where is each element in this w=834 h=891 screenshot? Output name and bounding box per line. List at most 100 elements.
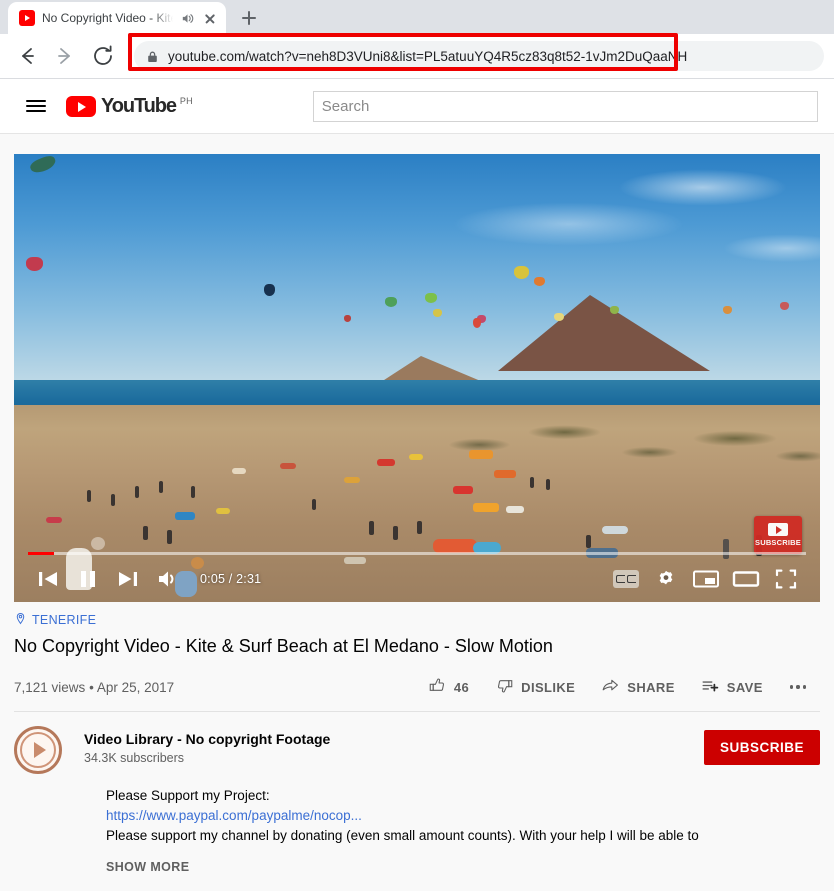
montana-roja-volcano — [497, 295, 710, 372]
description-line-2: Please support my channel by donating (e… — [106, 828, 699, 843]
show-more-button[interactable]: SHOW MORE — [106, 860, 820, 874]
fullscreen-icon[interactable] — [766, 559, 806, 599]
view-count: 7,121 views • Apr 25, 2017 — [14, 679, 175, 695]
location-pin-icon — [14, 612, 27, 628]
progress-bar[interactable] — [28, 552, 806, 555]
beachgoer — [529, 476, 534, 488]
beachgoer — [191, 485, 196, 498]
kite — [26, 257, 44, 272]
like-button[interactable]: 46 — [415, 669, 482, 705]
youtube-header: YouTube PH Search — [0, 79, 834, 133]
secondary-hill — [380, 355, 483, 382]
subscribe-button[interactable]: SUBSCRIBE — [703, 730, 820, 765]
beachgoer — [545, 478, 550, 490]
subscribe-watermark[interactable]: SUBSCRIBE — [754, 516, 802, 554]
watermark-label: SUBSCRIBE — [755, 538, 801, 547]
like-count: 46 — [453, 679, 470, 695]
beachgoer — [392, 525, 398, 540]
arrow-forward-icon[interactable] — [48, 39, 82, 73]
gear-icon[interactable] — [646, 559, 686, 599]
miniplayer-icon[interactable] — [686, 559, 726, 599]
location-tag[interactable]: TENERIFE — [14, 612, 820, 628]
kite — [779, 301, 789, 310]
beachgoer — [417, 521, 422, 535]
foreground-person-head — [90, 537, 105, 551]
avatar[interactable] — [14, 726, 62, 774]
video-meta: TENERIFE No Copyright Video - Kite & Sur… — [14, 602, 820, 712]
thumbs-down-icon — [495, 676, 514, 698]
kite-on-sand — [231, 467, 246, 474]
beachgoer — [142, 525, 148, 540]
reload-icon[interactable] — [86, 39, 120, 73]
progress-played — [28, 552, 54, 555]
kite — [554, 313, 565, 322]
youtube-logo[interactable]: YouTube PH — [66, 95, 193, 117]
kite — [433, 308, 443, 317]
more-options-icon[interactable] — [776, 685, 820, 689]
beachgoer — [159, 481, 164, 494]
video-frame — [14, 154, 820, 602]
address-bar[interactable]: youtube.com/watch?v=neh8D3VUni8&list=PL5… — [134, 41, 824, 71]
save-label: SAVE — [726, 679, 763, 695]
browser-tab[interactable]: No Copyright Video - Kite & — [8, 2, 226, 34]
page-title: No Copyright Video - Kite & Surf Beach a… — [14, 636, 553, 656]
new-tab-button[interactable] — [235, 4, 263, 32]
search-input[interactable]: Search — [312, 90, 818, 122]
next-track-icon[interactable] — [108, 559, 148, 599]
channel-row: Video Library - No copyright Footage 34.… — [14, 712, 820, 774]
subscriber-count: 34.3K subscribers — [84, 751, 185, 765]
url-text: youtube.com/watch?v=neh8D3VUni8&list=PL5… — [168, 48, 688, 64]
youtube-favicon — [19, 10, 35, 26]
save-button[interactable]: SAVE — [688, 669, 776, 705]
kite-on-sand — [493, 469, 516, 478]
dislike-button[interactable]: DISLIKE — [482, 669, 588, 705]
description-link[interactable]: https://www.paypal.com/paypalme/nocop... — [106, 806, 820, 826]
location-label: TENERIFE — [32, 613, 97, 627]
beachgoer — [312, 498, 317, 510]
browser-window: No Copyright Video - Kite & — [0, 0, 834, 891]
theater-mode-icon[interactable] — [726, 559, 766, 599]
time-display: 0:05 / 2:31 — [200, 572, 262, 586]
kite — [513, 266, 529, 279]
kite-on-sand — [215, 507, 230, 514]
cc-box — [613, 570, 639, 588]
closed-captions-icon[interactable] — [606, 559, 646, 599]
kite-on-sand — [408, 454, 423, 461]
channel-info: Video Library - No copyright Footage 34.… — [84, 726, 330, 765]
hamburger-menu-icon[interactable] — [24, 94, 48, 118]
close-icon[interactable] — [202, 10, 218, 26]
video-player[interactable]: SUBSCRIBE 0:05 / 2:31 — [14, 154, 820, 602]
country-code-label: PH — [179, 96, 193, 106]
youtube-wordmark: YouTube — [101, 95, 177, 117]
dune-vegetation — [433, 407, 820, 470]
action-buttons: 46 DISLIKE SHARE SAVE — [415, 669, 820, 705]
tab-strip: No Copyright Video - Kite & — [0, 0, 834, 34]
arrow-back-icon[interactable] — [10, 39, 44, 73]
clouds — [400, 154, 820, 307]
kite-on-sand — [453, 485, 474, 494]
kite-on-sand — [46, 516, 63, 523]
share-label: SHARE — [627, 679, 675, 695]
beachgoer — [368, 521, 374, 536]
volume-icon[interactable] — [148, 559, 188, 599]
tab-title: No Copyright Video - Kite & — [42, 11, 173, 25]
lock-icon — [146, 50, 159, 63]
watermark-play-icon — [768, 523, 788, 536]
kite — [425, 292, 438, 303]
dislike-label: DISLIKE — [521, 679, 576, 695]
beachgoer — [86, 490, 91, 502]
share-button[interactable]: SHARE — [588, 669, 688, 705]
kite-on-sand — [602, 525, 629, 534]
kite-on-sand — [473, 503, 500, 513]
video-description: Please Support my Project: https://www.p… — [106, 774, 820, 874]
kite-on-sand — [505, 505, 524, 513]
pause-icon[interactable] — [68, 559, 108, 599]
kite-on-sand — [376, 458, 395, 466]
previous-track-icon[interactable] — [28, 559, 68, 599]
share-arrow-icon — [601, 676, 620, 698]
speaker-icon[interactable] — [180, 11, 195, 26]
channel-name[interactable]: Video Library - No copyright Footage — [84, 729, 330, 749]
description-line-1: Please Support my Project: — [106, 788, 270, 803]
kite-on-sand — [344, 476, 361, 483]
beachgoer — [134, 485, 139, 498]
